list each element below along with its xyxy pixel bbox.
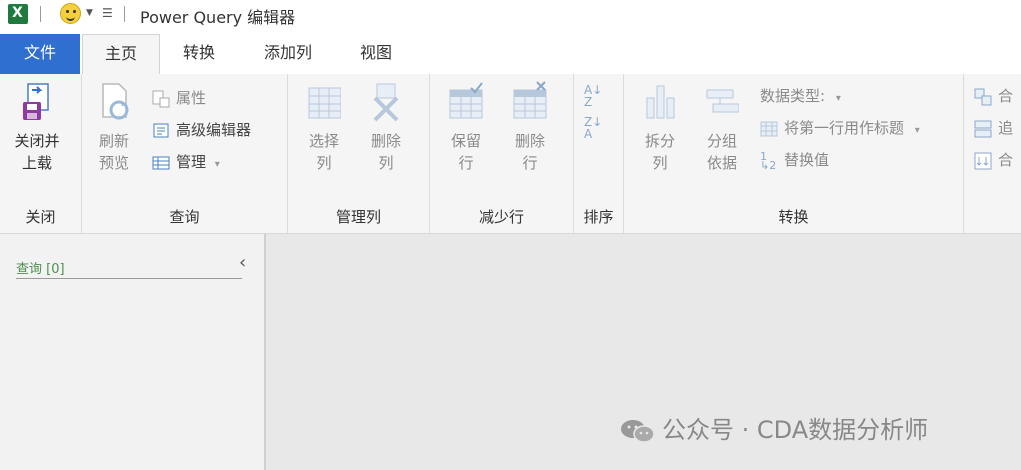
close-and-load-button[interactable]: 关闭并上载 [6, 80, 68, 174]
keep-rows-label: 保留行 [450, 132, 481, 172]
sort-descending-icon: Z↓ A [584, 115, 603, 141]
choose-columns-icon [307, 80, 342, 124]
advanced-editor-icon [152, 122, 170, 140]
remove-rows-button[interactable]: 删除行 [504, 80, 556, 174]
group-label-transform: 转换 [778, 208, 809, 226]
window-title: Power Query 编辑器 [140, 8, 296, 27]
manage-button[interactable]: 管理 ▾ [152, 150, 220, 174]
watermark: 公众号 · CDA数据分析师 [620, 410, 928, 445]
group-label-query: 查询 [169, 208, 200, 226]
group-reduce-rows: 保留行 删除行 减少行 [430, 74, 574, 233]
ribbon-tabs: 文件 主页 转换 添加列 视图 [0, 34, 1021, 75]
choose-columns-label: 选择列 [308, 132, 339, 172]
sort-ascending-button[interactable]: A↓ Z [584, 84, 602, 108]
wechat-icon [620, 418, 656, 444]
group-label-sort: 排序 [583, 208, 614, 226]
merge-queries-button[interactable]: 合 [974, 84, 1013, 108]
replace-values-button[interactable]: 1 ↳2 替换值 [760, 148, 829, 172]
separator [124, 6, 125, 22]
excel-icon [8, 4, 28, 24]
combine-files-button[interactable]: 合 [974, 148, 1013, 172]
group-manage-columns: 选择列 删除列 管理列 [288, 74, 430, 233]
remove-columns-label: 删除列 [370, 132, 401, 172]
group-label-close: 关闭 [25, 208, 56, 226]
keep-rows-icon [449, 80, 483, 124]
use-first-row-as-headers-button[interactable]: 将第一行用作标题 ▾ [760, 116, 920, 140]
quick-access-dropdown-icon[interactable]: ▼ [86, 8, 93, 18]
close-and-load-label: 关闭并上载 [14, 132, 60, 172]
refresh-icon [97, 80, 131, 124]
divider [16, 278, 242, 279]
replace-values-icon: 1 ↳2 [760, 149, 777, 172]
append-icon [974, 120, 992, 138]
refresh-preview-label: 刷新预览 [98, 132, 129, 172]
data-type-dropdown[interactable]: 数据类型: ▾ [760, 84, 841, 108]
tab-add-column[interactable]: 添加列 [250, 34, 326, 74]
group-transform: 拆分列 分组依据 数据类型: ▾ 将第一行用作标题 ▾ 1 ↳2 替换值 转换 [624, 74, 964, 233]
queries-label[interactable]: 查询 [0] [16, 258, 65, 277]
customize-toolbar-icon[interactable]: ☰ [102, 6, 113, 20]
smiley-icon[interactable] [60, 3, 81, 24]
sort-ascending-icon: A↓ Z [584, 83, 603, 109]
merge-icon [974, 88, 992, 106]
close-and-load-icon [20, 80, 54, 124]
properties-button[interactable]: 属性 [152, 86, 206, 110]
group-label-reduce-rows: 减少行 [478, 208, 524, 226]
title-bar: ▼ ☰ Power Query 编辑器 [0, 0, 1021, 30]
group-sort: A↓ Z Z↓ A 排序 [574, 74, 624, 233]
combine-files-icon [974, 152, 992, 170]
chevron-down-icon: ▾ [914, 125, 920, 136]
properties-icon [152, 90, 170, 108]
choose-columns-button[interactable]: 选择列 [298, 80, 350, 174]
remove-rows-label: 删除行 [514, 132, 545, 172]
manage-icon [152, 154, 170, 172]
tab-view[interactable]: 视图 [348, 34, 404, 74]
refresh-preview-button[interactable]: 刷新预览 [88, 80, 140, 174]
collapse-pane-icon[interactable]: ‹ [239, 252, 246, 273]
chevron-down-icon: ▾ [214, 159, 220, 170]
split-column-label: 拆分列 [644, 132, 675, 172]
separator [40, 6, 41, 22]
group-close: 关闭并上载 关闭 [0, 74, 82, 233]
chevron-down-icon: ▾ [835, 93, 841, 104]
keep-rows-button[interactable]: 保留行 [440, 80, 492, 174]
watermark-text: 公众号 · CDA数据分析师 [662, 416, 929, 444]
remove-columns-icon [369, 80, 403, 124]
group-query: 刷新预览 属性 高级编辑器 管理 ▾ 查询 [82, 74, 288, 233]
group-by-icon [705, 80, 740, 124]
group-label-manage-columns: 管理列 [335, 208, 381, 226]
remove-columns-button[interactable]: 删除列 [360, 80, 412, 174]
split-column-button[interactable]: 拆分列 [634, 80, 686, 174]
tab-home[interactable]: 主页 [82, 34, 160, 75]
remove-rows-icon [513, 80, 547, 124]
queries-pane: 查询 [0] ‹ [0, 234, 266, 470]
split-column-icon [643, 80, 677, 124]
tab-transform[interactable]: 转换 [166, 34, 232, 74]
group-by-button[interactable]: 分组依据 [696, 80, 748, 174]
sort-descending-button[interactable]: Z↓ A [584, 116, 602, 140]
ribbon: 关闭并上载 关闭 刷新预览 属性 高级编辑器 管理 ▾ 查询 选择列 删除列 管… [0, 74, 1021, 234]
tab-file[interactable]: 文件 [0, 34, 80, 74]
group-by-label: 分组依据 [706, 132, 737, 172]
advanced-editor-button[interactable]: 高级编辑器 [152, 118, 251, 142]
append-queries-button[interactable]: 追 [974, 116, 1013, 140]
group-combine: 合 追 合 [964, 74, 1021, 233]
table-icon [760, 120, 778, 138]
